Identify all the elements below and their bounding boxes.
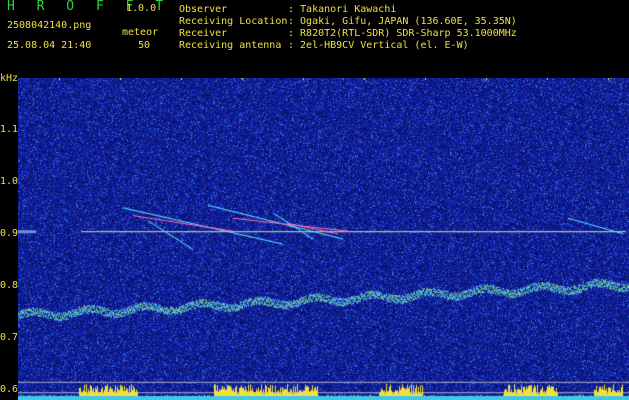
y-axis-unit: kHz <box>0 73 19 84</box>
y-tick-label: 0.7 <box>0 331 19 343</box>
meteor-label: meteor <box>122 27 159 38</box>
y-tick-label: 1.0 <box>0 175 19 187</box>
antenna-value: : 2el-HB9CV Vertical (el. E-W) <box>288 40 469 51</box>
location-value: : Ogaki, Gifu, JAPAN (136.60E, 35.35N) <box>288 16 517 27</box>
meteor-count: 50 <box>138 40 151 51</box>
y-tick-label: 0.8 <box>0 279 19 291</box>
location-key: Receiving Location <box>179 16 288 27</box>
file-name: 2508042140.png <box>7 20 92 31</box>
spectrogram-canvas <box>18 78 629 400</box>
observer-value: : Takanori Kawachi <box>288 4 397 15</box>
y-tick-label: 0.6 <box>0 383 19 395</box>
antenna-key: Receiving antenna <box>179 40 282 51</box>
receiver-value: : R820T2(RTL-SDR) SDR-Sharp 53.1000MHz <box>288 28 517 39</box>
observer-key: Observer <box>179 4 228 15</box>
y-tick-label: 1.1 <box>0 123 19 135</box>
y-tick-label: 0.9 <box>0 227 19 239</box>
header-panel: H R O F F T 1.0.0 2508042140.png 25.08.0… <box>0 0 629 76</box>
timestamp: 25.08.04 21:40 <box>7 40 92 51</box>
receiver-key: Receiver <box>179 28 228 39</box>
app-version: 1.0.0 <box>126 3 157 14</box>
